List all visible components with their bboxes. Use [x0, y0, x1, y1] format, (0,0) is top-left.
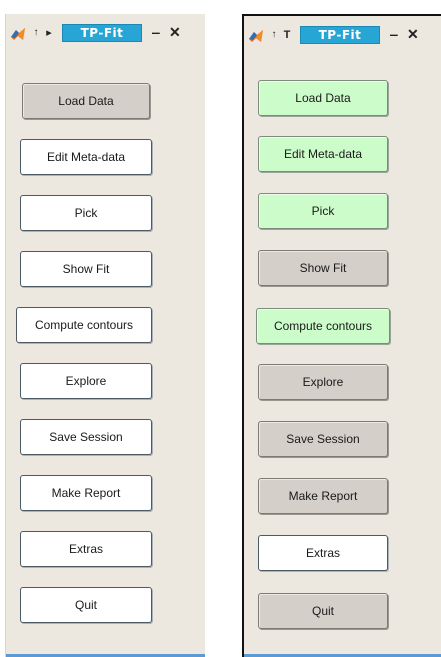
load-data-button[interactable]: Load Data — [258, 80, 388, 116]
minimize-icon[interactable]: ‒ — [390, 26, 398, 42]
next-icon[interactable]: ▸ — [43, 25, 55, 41]
edit-meta-data-button[interactable]: Edit Meta-data — [20, 139, 152, 175]
close-icon[interactable]: ✕ — [407, 25, 419, 43]
matlab-icon — [249, 30, 263, 42]
explore-button[interactable]: Explore — [20, 363, 152, 399]
explore-button[interactable]: Explore — [258, 364, 388, 400]
arrow-up-icon[interactable]: ↑ — [268, 27, 280, 43]
arrow-up-icon[interactable]: ↑ — [30, 25, 42, 41]
pin-icon[interactable]: T — [281, 27, 293, 43]
tp-fit-window-right: ↑ T TP-Fit ‒ ✕ Load Data Edit Meta-data … — [242, 14, 441, 657]
edit-meta-data-button[interactable]: Edit Meta-data — [258, 136, 388, 172]
pick-button[interactable]: Pick — [20, 195, 152, 231]
compute-contours-button[interactable]: Compute contours — [16, 307, 152, 343]
make-report-button[interactable]: Make Report — [258, 478, 388, 514]
make-report-button[interactable]: Make Report — [20, 475, 152, 511]
extras-button[interactable]: Extras — [258, 535, 388, 571]
pick-button[interactable]: Pick — [258, 193, 388, 229]
title-bar[interactable]: ↑ T TP-Fit ‒ ✕ — [247, 23, 439, 49]
matlab-icon — [11, 28, 25, 40]
close-icon[interactable]: ✕ — [169, 23, 181, 41]
window-title: TP-Fit — [62, 24, 142, 42]
window-title: TP-Fit — [300, 26, 380, 44]
show-fit-button[interactable]: Show Fit — [258, 250, 388, 286]
quit-button[interactable]: Quit — [258, 593, 388, 629]
quit-button[interactable]: Quit — [20, 587, 152, 623]
title-bar[interactable]: ↑ ▸ TP-Fit ‒ ✕ — [9, 21, 202, 47]
save-session-button[interactable]: Save Session — [20, 419, 152, 455]
show-fit-button[interactable]: Show Fit — [20, 251, 152, 287]
extras-button[interactable]: Extras — [20, 531, 152, 567]
save-session-button[interactable]: Save Session — [258, 421, 388, 457]
tp-fit-window-left: ↑ ▸ TP-Fit ‒ ✕ Load Data Edit Meta-data … — [5, 14, 205, 657]
minimize-icon[interactable]: ‒ — [152, 24, 160, 40]
load-data-button[interactable]: Load Data — [22, 83, 150, 119]
compute-contours-button[interactable]: Compute contours — [256, 308, 390, 344]
